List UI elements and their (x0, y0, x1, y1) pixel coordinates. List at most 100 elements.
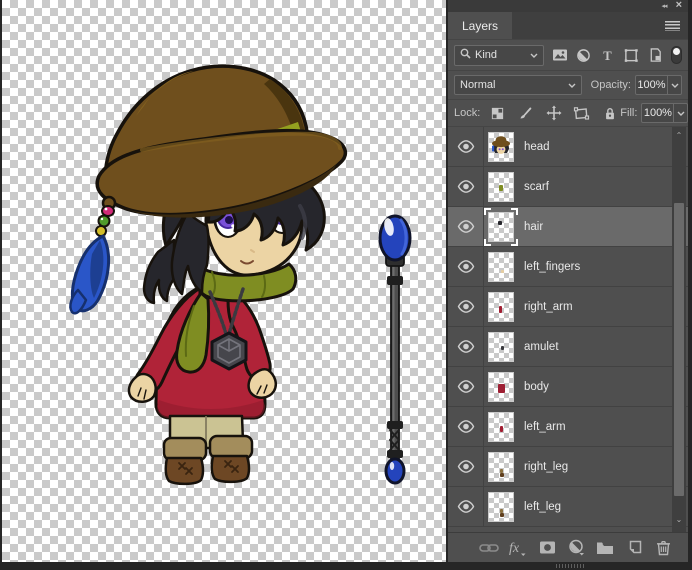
adjustment-layer-filter-icon[interactable] (573, 45, 594, 65)
search-icon (460, 48, 471, 62)
layer-filter-row: Kind T (448, 40, 688, 71)
lock-position-icon[interactable] (543, 103, 564, 123)
scroll-up-icon[interactable]: ⌃ (672, 132, 686, 140)
opacity-field[interactable]: 100% (635, 75, 682, 95)
visibility-eye-icon[interactable] (448, 487, 484, 526)
photoshop-window: ◂◂ × Layers Kind T Normal Opacity: 100% … (0, 0, 692, 570)
fill-value[interactable]: 100% (642, 107, 673, 119)
lock-pixels-icon[interactable] (515, 103, 536, 123)
lock-transparency-icon[interactable] (487, 103, 508, 123)
layer-row-left_fingers[interactable]: left_fingers (448, 247, 688, 287)
type-layer-filter-icon[interactable]: T (597, 45, 618, 65)
artwork-character (69, 64, 412, 486)
layer-row-left_leg[interactable]: left_leg (448, 487, 688, 527)
visibility-eye-icon[interactable] (448, 247, 484, 286)
visibility-eye-icon[interactable] (448, 407, 484, 446)
kind-filter-dropdown[interactable]: Kind (454, 44, 544, 66)
chevron-down-icon[interactable] (667, 76, 681, 94)
layer-row-hair[interactable]: hair (448, 207, 688, 247)
kind-filter-label: Kind (475, 49, 498, 61)
document-canvas[interactable] (2, 0, 446, 562)
visibility-eye-icon[interactable] (448, 127, 484, 166)
add-layer-mask-icon[interactable] (537, 538, 557, 558)
chevron-down-icon[interactable] (673, 104, 687, 122)
layer-name[interactable]: right_leg (524, 461, 568, 473)
lock-label: Lock: (454, 107, 481, 119)
panel-top-bar: ◂◂ × (448, 0, 688, 12)
visibility-eye-icon[interactable] (448, 327, 484, 366)
opacity-value[interactable]: 100% (636, 79, 667, 91)
blend-row: Normal Opacity: 100% (448, 71, 688, 100)
panel-menu-icon[interactable] (665, 20, 680, 31)
visibility-eye-icon[interactable] (448, 207, 484, 246)
close-panel-icon[interactable]: × (676, 0, 682, 11)
layer-thumbnail[interactable] (488, 251, 514, 282)
fill-label: Fill: (620, 107, 638, 119)
new-adjustment-layer-icon[interactable] (566, 538, 586, 558)
filter-icon-group: T (546, 45, 669, 65)
layer-thumbnail[interactable] (488, 411, 514, 442)
new-layer-icon[interactable] (624, 538, 644, 558)
layer-thumbnail[interactable] (488, 211, 514, 242)
layer-thumbnail[interactable] (488, 331, 514, 362)
layer-name[interactable]: left_fingers (524, 261, 580, 273)
layer-name[interactable]: hair (524, 221, 543, 233)
visibility-eye-icon[interactable] (448, 447, 484, 486)
layer-name[interactable]: scarf (524, 181, 549, 193)
layer-list-scrollbar[interactable]: ⌃ ⌄ (672, 127, 686, 532)
layers-panel-toolbar: fx (448, 532, 688, 562)
blend-mode-value: Normal (460, 79, 496, 91)
tab-layers[interactable]: Layers (448, 12, 513, 39)
lock-all-icon[interactable] (599, 103, 620, 123)
layers-panel: ◂◂ × Layers Kind T Normal Opacity: 100% … (448, 0, 689, 562)
layer-name[interactable]: amulet (524, 341, 559, 353)
chevron-down-icon (530, 49, 538, 61)
visibility-eye-icon[interactable] (448, 167, 484, 206)
layer-row-left_arm[interactable]: left_arm (448, 407, 688, 447)
layer-thumbnail[interactable] (488, 291, 514, 322)
blend-mode-dropdown[interactable]: Normal (454, 75, 582, 95)
layer-row-scarf[interactable]: scarf (448, 167, 688, 207)
layer-name[interactable]: left_leg (524, 501, 561, 513)
visibility-eye-icon[interactable] (448, 367, 484, 406)
scrollbar-thumb[interactable] (674, 203, 684, 496)
opacity-label: Opacity: (590, 79, 631, 91)
scroll-down-icon[interactable]: ⌄ (672, 516, 686, 524)
layer-row-head[interactable]: head (448, 127, 688, 167)
link-layers-icon[interactable] (479, 538, 499, 558)
svg-text:fx: fx (509, 541, 520, 556)
new-group-icon[interactable] (595, 538, 615, 558)
layer-row-right_leg[interactable]: right_leg (448, 447, 688, 487)
layer-styles-fx-icon[interactable]: fx (508, 538, 528, 558)
fill-field[interactable]: 100% (641, 103, 689, 123)
layer-thumbnail[interactable] (488, 171, 514, 202)
layer-row-body[interactable]: body (448, 367, 688, 407)
layer-row-right_arm[interactable]: right_arm (448, 287, 688, 327)
pixel-layer-filter-icon[interactable] (549, 45, 570, 65)
layer-thumbnail[interactable] (488, 491, 514, 522)
layer-filtering-toggle[interactable] (671, 46, 682, 64)
artwork-staff (378, 214, 412, 485)
layer-thumbnail[interactable] (488, 371, 514, 402)
lock-row: Lock: Fill: 100% (448, 100, 689, 127)
layer-name[interactable]: left_arm (524, 421, 566, 433)
resize-grip[interactable] (556, 564, 584, 568)
lock-icon-group (487, 103, 620, 123)
shape-layer-filter-icon[interactable] (621, 45, 642, 65)
layer-name[interactable]: head (524, 141, 550, 153)
collapse-panel-icon[interactable]: ◂◂ (662, 2, 668, 10)
svg-text:T: T (603, 49, 612, 63)
delete-layer-icon[interactable] (653, 538, 673, 558)
smart-object-filter-icon[interactable] (645, 45, 666, 65)
panel-tab-bar: Layers (448, 12, 688, 40)
window-bottom-edge (0, 562, 692, 570)
layer-thumbnail[interactable] (488, 451, 514, 482)
layer-row-amulet[interactable]: amulet (448, 327, 688, 367)
visibility-eye-icon[interactable] (448, 287, 484, 326)
chevron-down-icon (568, 79, 576, 91)
layer-thumbnail[interactable] (488, 131, 514, 162)
lock-artboard-icon[interactable] (571, 103, 592, 123)
layer-name[interactable]: right_arm (524, 301, 573, 313)
layer-list: head scarf hair left_fingers right_arm a… (448, 127, 688, 532)
layer-name[interactable]: body (524, 381, 549, 393)
